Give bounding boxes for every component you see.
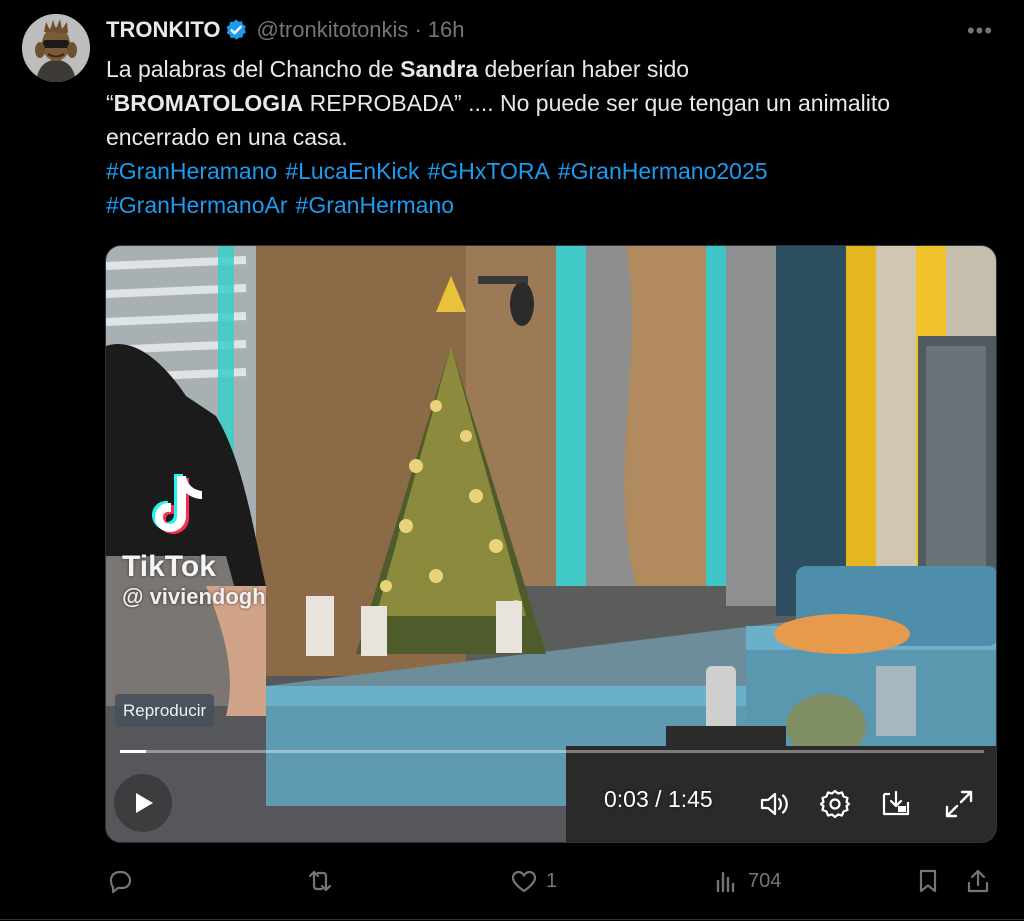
more-options-icon[interactable]: ••• bbox=[962, 18, 998, 44]
play-button[interactable] bbox=[114, 774, 172, 832]
volume-icon bbox=[760, 792, 788, 816]
bookmark-icon bbox=[919, 869, 937, 893]
views-button[interactable]: 704 bbox=[712, 864, 781, 898]
tiktok-username-label: @ viviendogh bbox=[122, 584, 266, 609]
retweet-icon bbox=[308, 870, 332, 892]
bookmark-button[interactable] bbox=[914, 864, 942, 898]
fullscreen-button[interactable] bbox=[941, 786, 977, 822]
hashtag-link[interactable]: #LucaEnKick bbox=[285, 158, 419, 184]
groot-avatar-icon[interactable] bbox=[22, 14, 90, 82]
tweet-text: La palabras del Chancho de Sandra deberí… bbox=[106, 52, 1006, 222]
duration: 1:45 bbox=[667, 786, 713, 812]
user-handle[interactable]: @tronkitotonkis bbox=[256, 17, 408, 43]
tweet-text-line-3: encerrado en una casa. bbox=[106, 124, 348, 150]
separator-dot: · bbox=[414, 17, 422, 42]
hashtag-link[interactable]: #GranHermano2025 bbox=[558, 158, 768, 184]
tweet-divider bbox=[0, 919, 1024, 920]
fullscreen-icon bbox=[945, 790, 973, 818]
video-player[interactable]: TikTok @ viviendogh Reproducir 0:03 / 1:… bbox=[105, 245, 997, 843]
settings-button[interactable] bbox=[817, 786, 853, 822]
views-count: 704 bbox=[748, 869, 782, 892]
text-segment: “ bbox=[106, 90, 114, 116]
text-segment: La palabras del Chancho de bbox=[106, 56, 401, 82]
more-options-label: ••• bbox=[966, 18, 994, 43]
tweet-text-line-2: “BROMATOLOGIA REPROBADA” .... No puede s… bbox=[106, 86, 1006, 120]
timestamp[interactable]: 16h bbox=[428, 17, 465, 43]
tiktok-brand-label: TikTok bbox=[122, 550, 216, 583]
hashtag-link[interactable]: #GranHermanoAr bbox=[106, 192, 288, 218]
time-separator: / bbox=[648, 786, 668, 812]
retweet-button[interactable] bbox=[306, 864, 342, 898]
picture-in-picture-button[interactable] bbox=[878, 786, 914, 822]
hashtag-link[interactable]: #GranHeramano bbox=[106, 158, 277, 184]
reply-icon bbox=[109, 870, 132, 894]
hashtag-row-2: #GranHermanoAr #GranHermano bbox=[106, 188, 1006, 222]
volume-button[interactable] bbox=[756, 786, 792, 822]
tweet: TRONKITO @tronkitotonkis · 16h ••• La pa… bbox=[0, 0, 1024, 921]
video-progress-bar[interactable] bbox=[120, 750, 984, 753]
reply-button[interactable] bbox=[106, 864, 142, 898]
like-count: 1 bbox=[546, 869, 558, 892]
tiktok-logo-icon bbox=[152, 474, 202, 534]
picture-in-picture-icon bbox=[882, 790, 910, 816]
play-icon bbox=[136, 793, 153, 813]
like-button[interactable]: 1 bbox=[510, 864, 557, 898]
current-time: 0:03 bbox=[604, 786, 649, 812]
text-bold-segment: BROMATOLOGIA bbox=[113, 90, 304, 116]
tweet-actions-bar: 1 704 bbox=[106, 864, 1006, 898]
text-segment: deberían haber sido bbox=[478, 56, 690, 82]
reproducir-label: Reproducir bbox=[115, 694, 215, 727]
tweet-header: TRONKITO @tronkitotonkis · 16h bbox=[106, 14, 464, 46]
text-segment: REPROBADA” .... No puede ser que tengan … bbox=[303, 90, 891, 116]
video-time-readout: 0:03 / 1:45 bbox=[604, 786, 713, 813]
tweet-text-line-1: La palabras del Chancho de Sandra deberí… bbox=[106, 52, 1006, 86]
share-icon bbox=[967, 869, 989, 893]
text-bold-segment: Sandra bbox=[400, 56, 479, 82]
hashtag-link[interactable]: #GranHermano bbox=[296, 192, 455, 218]
hashtag-row-1: #GranHeramano #LucaEnKick #GHxTORA #GranHer… bbox=[106, 154, 1006, 188]
video-progress-fill bbox=[120, 750, 146, 753]
views-chart-icon bbox=[716, 871, 735, 893]
hashtag-link[interactable]: #GHxTORA bbox=[428, 158, 550, 184]
verified-badge-icon[interactable] bbox=[224, 18, 248, 42]
heart-icon bbox=[511, 870, 537, 893]
tiktok-watermark: TikTok @ viviendogh bbox=[120, 470, 320, 610]
settings-icon bbox=[819, 789, 851, 819]
display-name[interactable]: TRONKITO bbox=[106, 17, 220, 43]
share-button[interactable] bbox=[964, 864, 992, 898]
